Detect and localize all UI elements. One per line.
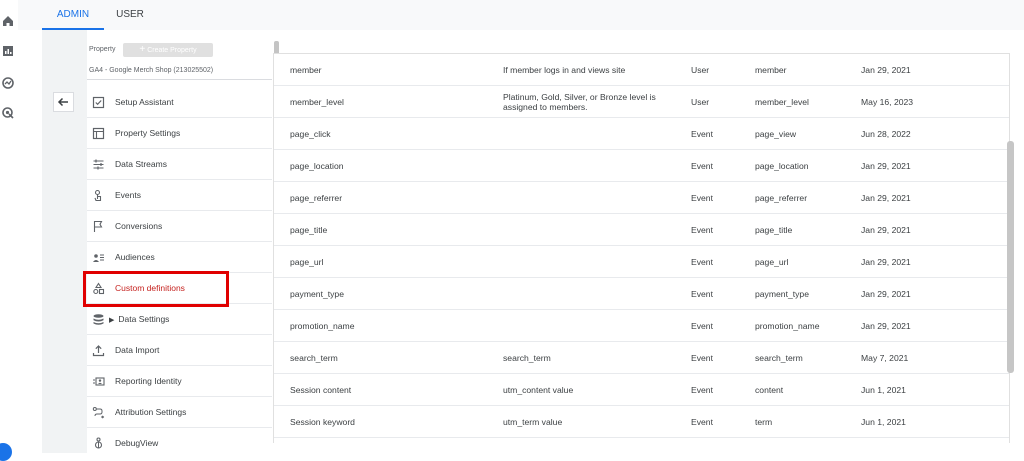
table-row[interactable]: page_click Event page_view Jun 28, 2022 [274,118,1009,150]
shapes-icon [92,282,105,295]
property-label: Property [89,46,116,53]
nav-item-audiences[interactable]: Audiences [87,242,272,273]
nav-item-debugview[interactable]: DebugView [87,428,272,459]
create-property-button[interactable]: + Create Property [123,43,213,57]
caret-right-icon[interactable]: ▶ [109,317,114,324]
table-row[interactable]: Session keyword utm_term value Event ter… [274,406,1009,438]
upload-icon [92,344,105,357]
tab-admin[interactable]: ADMIN [42,0,104,30]
nav-item-setup-assistant[interactable]: Setup Assistant [87,87,272,118]
nav-item-events[interactable]: Events [87,180,272,211]
attribution-icon [92,406,105,419]
nav-item-property-settings[interactable]: Property Settings [87,118,272,149]
nav-item-data-settings[interactable]: ▶ Data Settings [87,304,272,335]
reporting-identity-icon [92,375,105,388]
table-row[interactable]: page_referrer Event page_referrer Jan 29… [274,182,1009,214]
advertising-icon[interactable] [1,106,15,120]
database-icon [92,313,105,326]
arrow-back-icon [57,97,68,107]
divider [87,79,272,80]
property-settings-icon [92,127,105,140]
table-row[interactable]: Session content utm_content value Event … [274,374,1009,406]
content-scrollbar[interactable] [1007,141,1014,373]
table-row[interactable]: member_level Platinum, Gold, Silver, or … [274,86,1009,118]
explore-icon[interactable] [1,76,15,90]
nav-item-attribution-settings[interactable]: Attribution Settings [87,397,272,428]
plus-icon: + [139,44,146,55]
table-row[interactable]: page_url Event page_url Jan 29, 2021 [274,246,1009,278]
property-selector[interactable]: GA4 - Google Merch Shop (213025502) [89,67,213,74]
events-icon [92,189,105,202]
nav-item-data-streams[interactable]: Data Streams [87,149,272,180]
top-tab-bar: ADMIN USER [18,0,1024,30]
nav-item-data-import[interactable]: Data Import [87,335,272,366]
checkbox-icon [92,96,105,109]
tab-user[interactable]: USER [110,0,150,30]
reports-icon[interactable] [1,44,15,58]
home-icon[interactable] [1,14,15,28]
table-row[interactable]: member If member logs in and views site … [274,54,1009,86]
table-row[interactable]: promotion_name Event promotion_name Jan … [274,310,1009,342]
admin-left-panel: Property + Create Property GA4 - Google … [42,30,279,453]
nav-item-custom-definitions[interactable]: Custom definitions [87,273,272,304]
table-row[interactable]: payment_type Event payment_type Jan 29, … [274,278,1009,310]
data-streams-icon [92,158,105,171]
nav-item-conversions[interactable]: Conversions [87,211,272,242]
property-nav: Property + Create Property GA4 - Google … [87,30,279,453]
nav-item-reporting-identity[interactable]: Reporting Identity [87,366,272,397]
back-button[interactable] [53,92,74,112]
audiences-icon [92,251,105,264]
table-row[interactable]: page_location Event page_location Jan 29… [274,150,1009,182]
table-row[interactable]: page_title Event page_title Jan 29, 2021 [274,214,1009,246]
help-icon[interactable] [0,443,12,461]
flag-icon [92,220,105,233]
left-rail [0,0,18,461]
custom-dimensions-table: member If member logs in and views site … [273,53,1010,443]
debug-icon [92,437,105,450]
table-row[interactable]: search_term search_term Event search_ter… [274,342,1009,374]
